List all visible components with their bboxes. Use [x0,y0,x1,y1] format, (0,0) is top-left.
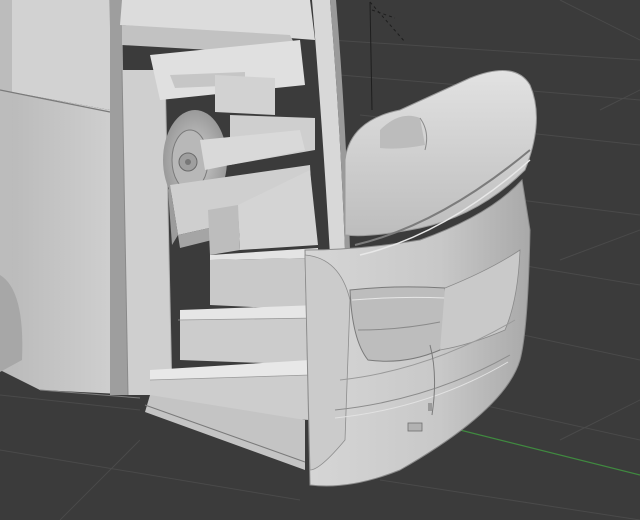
3d-viewport[interactable] [0,0,640,520]
bus-a-pillar [312,0,350,255]
camera-helper-object[interactable] [369,1,406,111]
